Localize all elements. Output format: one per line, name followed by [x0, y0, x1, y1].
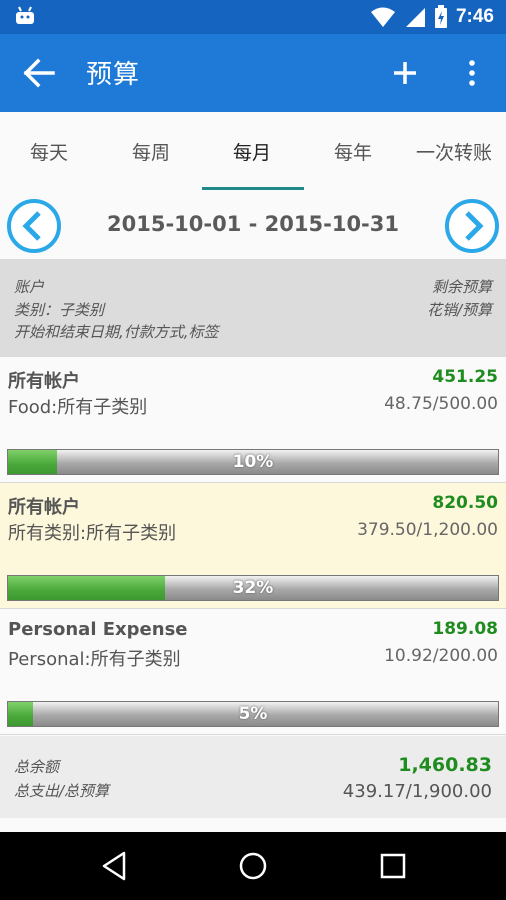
date-range: 2015-10-01 - 2015-10-31: [107, 212, 399, 236]
next-period-icon[interactable]: [444, 198, 500, 254]
tab-one-time[interactable]: 一次转账: [416, 138, 492, 165]
total-spent-ratio: 439.17/1,900.00: [342, 781, 492, 802]
nav-home-icon[interactable]: [237, 850, 269, 882]
list-header: 账户 类别：子类别 开始和结束日期,付款方式,标签 剩余预算 花销/预算: [0, 259, 506, 357]
header-remaining-label: 剩余预算: [431, 278, 492, 296]
budget-progress-bar: 5%: [7, 701, 499, 727]
status-bar: 7:46: [0, 0, 506, 34]
page-title: 预算: [86, 60, 141, 90]
header-account-label: 账户: [14, 278, 45, 296]
tab-weekly[interactable]: 每周: [132, 138, 170, 165]
budget-account: Personal Expense: [8, 619, 188, 640]
budget-spent-ratio: 379.50/1,200.00: [357, 520, 498, 540]
android-icon: [16, 6, 34, 24]
budget-item[interactable]: Personal Expense 189.08 Personal:所有子类别 1…: [0, 609, 506, 735]
tab-monthly[interactable]: 每月: [233, 138, 271, 165]
nav-recents-icon[interactable]: [377, 850, 409, 882]
budget-item[interactable]: 所有帐户 451.25 Food:所有子类别 48.75/500.00 10%: [0, 357, 506, 483]
back-arrow-icon[interactable]: [22, 58, 56, 88]
budget-item[interactable]: 所有帐户 820.50 所有类别:所有子类别 379.50/1,200.00 3…: [0, 483, 506, 609]
date-range-row: 2015-10-01 - 2015-10-31: [0, 192, 506, 258]
budget-remaining: 820.50: [432, 493, 498, 513]
budget-remaining: 189.08: [432, 619, 498, 639]
budget-account: 所有帐户: [8, 497, 80, 518]
more-vert-icon[interactable]: [462, 56, 482, 90]
total-spent-budget-label: 总支出/总预算: [14, 782, 110, 800]
add-icon[interactable]: [390, 58, 420, 88]
tab-daily[interactable]: 每天: [30, 138, 68, 165]
app-bar: 预算: [0, 34, 506, 112]
budget-spent-ratio: 48.75/500.00: [384, 394, 498, 414]
budget-remaining: 451.25: [432, 367, 498, 387]
period-tabs: 每天 每周 每月 每年 一次转账: [0, 112, 506, 192]
budget-percent: 32%: [232, 578, 274, 598]
tab-indicator: [202, 187, 304, 190]
tab-yearly[interactable]: 每年: [334, 138, 372, 165]
totals-summary: 总余额 总支出/总预算 1,460.83 439.17/1,900.00: [0, 736, 506, 818]
budget-screen: 7:46 预算 每天 每周 每月 每年 一次转账 2015-10-01 - 20…: [0, 0, 506, 900]
budget-category: Food:所有子类别: [8, 397, 148, 418]
header-spent-budget-label: 花销/预算: [426, 301, 492, 319]
budget-percent: 5%: [238, 704, 268, 724]
budget-progress-bar: 10%: [7, 449, 499, 475]
nav-back-icon[interactable]: [98, 850, 130, 882]
header-category-label: 类别：子类别: [14, 301, 105, 319]
header-details-label: 开始和结束日期,付款方式,标签: [14, 323, 219, 341]
system-nav-bar: [0, 832, 506, 900]
total-balance-label: 总余额: [14, 758, 60, 776]
budget-account: 所有帐户: [8, 371, 80, 392]
budget-category: 所有类别:所有子类别: [8, 523, 177, 544]
signal-icon: [405, 8, 425, 27]
battery-charging-icon: [434, 5, 447, 28]
budget-spent-ratio: 10.92/200.00: [384, 646, 498, 666]
budget-category: Personal:所有子类别: [8, 649, 181, 670]
budget-progress-bar: 32%: [7, 575, 499, 601]
total-remaining-value: 1,460.83: [398, 754, 492, 776]
status-time: 7:46: [455, 6, 494, 27]
budget-percent: 10%: [232, 452, 274, 472]
wifi-icon: [370, 7, 395, 27]
